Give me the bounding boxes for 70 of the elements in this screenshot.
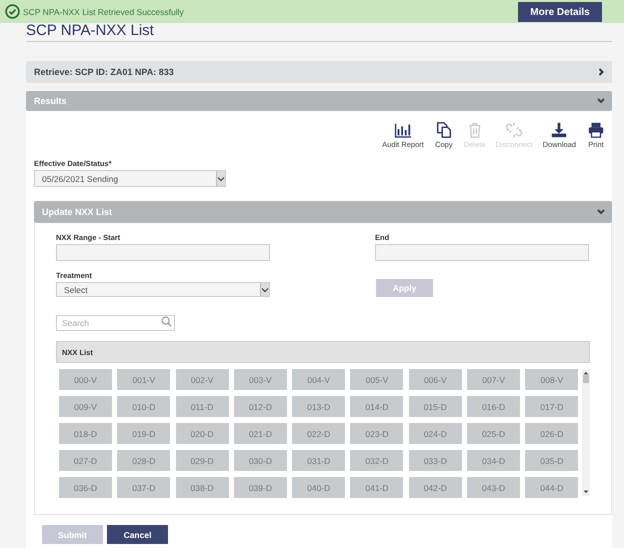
chevron-right-icon (596, 67, 606, 77)
bar-chart-icon (392, 121, 413, 139)
banner-message: SCP NPA-NXX List Retrieved Successfully (23, 6, 185, 16)
nxx-chip[interactable]: 023-D (350, 423, 404, 444)
nxx-chip[interactable]: 021-D (234, 423, 287, 444)
nxx-chip[interactable]: 007-V (467, 369, 520, 390)
nxx-chip[interactable]: 041-D (350, 477, 404, 498)
nxx-chip[interactable]: 033-D (408, 450, 462, 471)
nxx-chip[interactable]: 004-V (292, 369, 346, 390)
printer-icon (586, 121, 606, 139)
broken-link-icon (504, 121, 524, 139)
caret-icon (261, 286, 269, 294)
scroll-thumb[interactable] (583, 375, 589, 383)
nxx-chip[interactable]: 019-D (117, 423, 170, 444)
range-start-field[interactable] (56, 244, 270, 261)
chevron-down-icon (596, 207, 606, 217)
nxx-chip[interactable]: 002-V (176, 369, 229, 390)
nxx-chip[interactable]: 006-V (408, 369, 462, 390)
page-title: SCP NPA-NXX List (26, 23, 612, 42)
nxx-chip[interactable]: 036-D (59, 477, 112, 498)
more-details-button[interactable]: More Details (518, 2, 602, 22)
nxx-chip[interactable]: 000-V (59, 369, 112, 390)
retrieve-bar[interactable]: Retrieve: SCP ID: ZA01 NPA: 833 (26, 61, 612, 83)
nxx-chip[interactable]: 030-D (234, 450, 287, 471)
nxx-chip[interactable]: 042-D (408, 477, 462, 498)
nxx-chip[interactable]: 008-V (525, 369, 578, 390)
scrollbar[interactable] (582, 369, 590, 496)
nxx-chip[interactable]: 029-D (176, 450, 229, 471)
check-circle-icon (5, 4, 20, 19)
search-icon (161, 316, 172, 326)
nxx-chip[interactable]: 022-D (292, 423, 346, 444)
nxx-chip[interactable]: 013-D (292, 396, 346, 417)
nxx-chip[interactable]: 010-D (117, 396, 170, 417)
nxx-chip[interactable]: 039-D (234, 477, 287, 498)
nxx-chip[interactable]: 012-D (234, 396, 287, 417)
nxx-chip[interactable]: 043-D (467, 477, 520, 498)
nxx-chip[interactable]: 026-D (525, 423, 578, 444)
nxx-chip[interactable]: 018-D (59, 423, 112, 444)
effective-date-select[interactable]: 05/26/2021 Sending (34, 170, 226, 187)
nxx-chip[interactable]: 017-D (525, 396, 578, 417)
nxx-chip[interactable]: 001-V (117, 369, 170, 390)
nxx-chip[interactable]: 025-D (467, 423, 520, 444)
nxx-chip[interactable]: 024-D (408, 423, 462, 444)
nxx-chip[interactable]: 034-D (467, 450, 520, 471)
nxx-chip[interactable]: 005-V (350, 369, 404, 390)
treatment-select[interactable]: Select (56, 282, 270, 297)
nxx-chip[interactable]: 037-D (117, 477, 170, 498)
nxx-chip[interactable]: 027-D (59, 450, 112, 471)
nxx-chip[interactable]: 035-D (525, 450, 578, 471)
nxx-chip[interactable]: 015-D (408, 396, 462, 417)
update-nxx-header[interactable]: Update NXX List (34, 201, 612, 223)
nxx-chip[interactable]: 031-D (292, 450, 346, 471)
nxx-chip[interactable]: 032-D (350, 450, 404, 471)
nxx-chip[interactable]: 028-D (117, 450, 170, 471)
search-field[interactable]: Search (56, 315, 175, 331)
chevron-down-icon (596, 96, 606, 106)
nxx-chip[interactable]: 014-D (350, 396, 404, 417)
form-button[interactable]: Cancel (107, 525, 168, 544)
range-end-field[interactable] (375, 244, 589, 261)
results-header[interactable]: Results (26, 91, 612, 111)
nxx-chip[interactable]: 003-V (234, 369, 287, 390)
scroll-down-icon (583, 490, 589, 494)
nxx-chip[interactable]: 040-D (292, 477, 346, 498)
nxx-chip[interactable]: 009-V (59, 396, 112, 417)
nxx-chip[interactable]: 038-D (176, 477, 229, 498)
nxx-chip[interactable]: 016-D (467, 396, 520, 417)
nxx-chip[interactable]: 020-D (176, 423, 229, 444)
nxx-chip[interactable]: 011-D (176, 396, 229, 417)
nxx-chip[interactable]: 044-D (525, 477, 578, 498)
caret-icon (217, 174, 225, 182)
